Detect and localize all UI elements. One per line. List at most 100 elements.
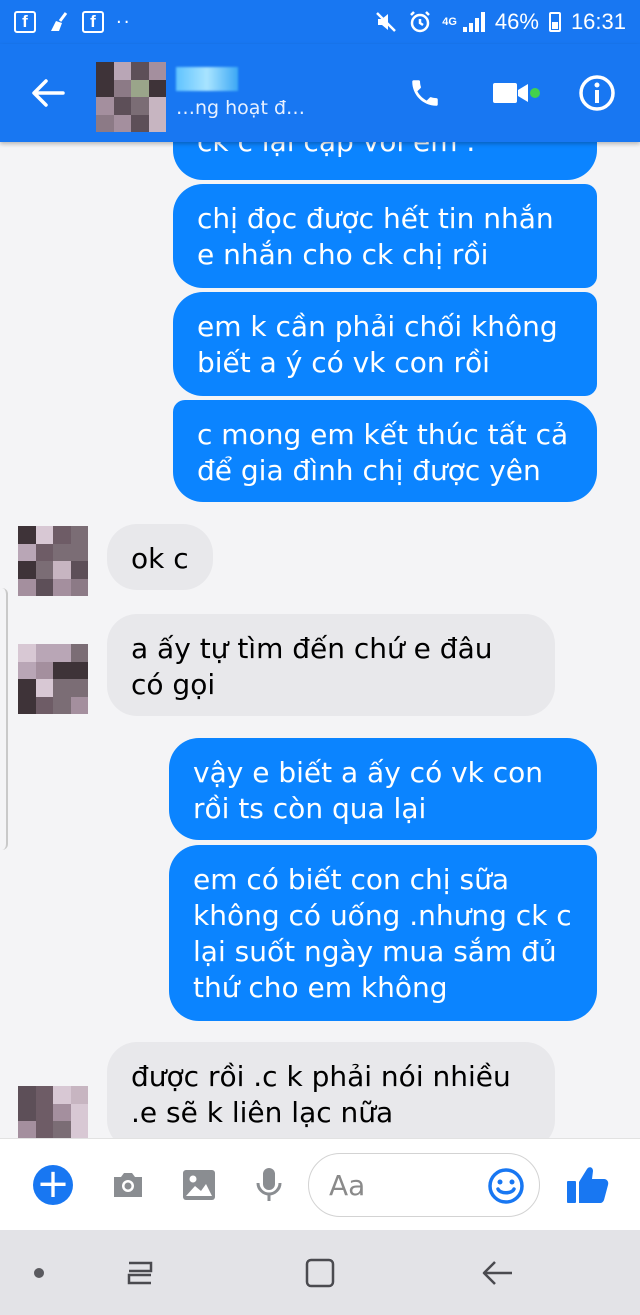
avatar-pixel [35,1103,53,1121]
facebook-icon: f [82,11,104,33]
message-incoming[interactable]: a ấy tự tìm đến chứ e đâu có gọi [107,614,555,716]
emoji-icon [488,1168,524,1204]
avatar-pixel [18,661,36,679]
avatar-pixel [53,644,71,662]
avatar-pixel [96,114,114,132]
avatar-pixel [148,62,166,80]
avatar-pixel [18,696,36,714]
clock: 16:31 [570,9,626,34]
facebook-icon: f [14,11,36,33]
signal-icon [462,12,485,32]
like-button[interactable] [566,1165,610,1209]
sender-avatar[interactable] [18,644,88,714]
contact-active-status: …ng hoạt đ… [176,97,306,119]
avatar-pixel [131,62,149,80]
android-navigation-bar [0,1230,640,1315]
back-icon [482,1260,512,1285]
avatar-pixel [35,661,53,679]
avatar-pixel [35,1086,53,1104]
avatar-pixel [113,79,131,97]
message-outgoing[interactable]: em k cần phải chối không biết a ý có vk … [173,292,597,396]
avatar-pixel [131,114,149,132]
message-outgoing[interactable]: ck c lại cặp với em . [173,142,597,180]
phone-icon [412,80,438,106]
avatar-pixel [70,1121,88,1138]
more-actions-button[interactable]: + [17,1139,89,1231]
message-incoming[interactable]: ok c [107,524,213,590]
avatar-pixel [96,79,114,97]
avatar-pixel [70,696,88,714]
home-button[interactable] [290,1230,350,1315]
avatar-pixel [70,661,88,679]
avatar-pixel [131,97,149,115]
avatar-pixel [70,578,88,596]
avatar-pixel [53,1103,71,1121]
avatar-pixel [70,1103,88,1121]
avatar-pixel [18,543,36,561]
avatar-pixel [35,526,53,544]
video-icon [493,83,528,103]
avatar-pixel [53,1121,71,1138]
battery-icon [548,12,561,32]
avatar-pixel [113,62,131,80]
message-outgoing[interactable]: c mong em kết thúc tất cả để gia đình ch… [173,400,597,502]
header-actions [382,44,640,142]
avatar-pixel [70,526,88,544]
avatar-pixel [70,679,88,697]
avatar-pixel [35,644,53,662]
emoji-button[interactable] [487,1167,525,1209]
info-button[interactable] [554,44,640,142]
voice-message-button[interactable] [233,1139,305,1231]
sender-avatar[interactable] [18,1086,88,1138]
active-dot [530,88,540,98]
message-list[interactable]: ck c lại cặp với em . chị đọc được hết t… [0,142,640,1138]
avatar-pixel [113,114,131,132]
info-icon [579,75,615,111]
gallery-button[interactable] [163,1139,235,1231]
voice-call-button[interactable] [382,44,468,142]
avatar-pixel [53,696,71,714]
plus-icon: + [33,1164,73,1205]
recents-button[interactable] [110,1230,170,1315]
avatar-pixel [18,679,36,697]
avatar-pixel [148,114,166,132]
message-outgoing[interactable]: vậy e biết a ấy có vk con rồi ts còn qua… [169,738,597,840]
dot-icon [34,1267,44,1278]
avatar-pixel [18,644,36,662]
camera-icon [114,1172,142,1197]
avatar-pixel [96,97,114,115]
avatar-pixel [35,543,53,561]
avatar-pixel [18,526,36,544]
message-outgoing[interactable]: chị đọc được hết tin nhắn e nhắn cho ck … [173,184,597,288]
contact-avatar[interactable] [96,62,166,132]
video-call-button[interactable] [468,44,554,142]
system-back-button[interactable] [468,1230,528,1315]
camera-button[interactable] [92,1139,164,1231]
thumbs-up-icon [567,1167,609,1203]
more-dots-icon: ·· [116,11,132,33]
message-input-wrapper [308,1153,540,1217]
avatar-pixel [35,679,53,697]
conversation-header: …ng hoạt đ… [0,44,640,142]
sender-avatar[interactable] [18,526,88,596]
avatar-pixel [113,97,131,115]
image-icon [183,1169,215,1200]
scroll-indicator [0,588,8,850]
avatar-pixel [53,561,71,579]
avatar-pixel [53,661,71,679]
home-icon [305,1258,335,1287]
avatar-pixel [35,578,53,596]
avatar-pixel [53,526,71,544]
mute-icon [376,12,397,32]
message-outgoing[interactable]: em có biết con chị sữa không có uống .nh… [169,845,597,1021]
assistant-dot-button[interactable] [24,1230,54,1315]
network-type: 4G [442,15,457,28]
message-incoming[interactable]: được rồi .c k phải nói nhiều .e sẽ k liê… [107,1042,555,1138]
back-button[interactable] [0,44,96,142]
avatar-pixel [18,1103,36,1121]
avatar-pixel [70,644,88,662]
avatar-pixel [18,561,36,579]
avatar-pixel [18,1086,36,1104]
message-input[interactable] [329,1168,489,1202]
contact-info[interactable]: …ng hoạt đ… [176,67,305,119]
